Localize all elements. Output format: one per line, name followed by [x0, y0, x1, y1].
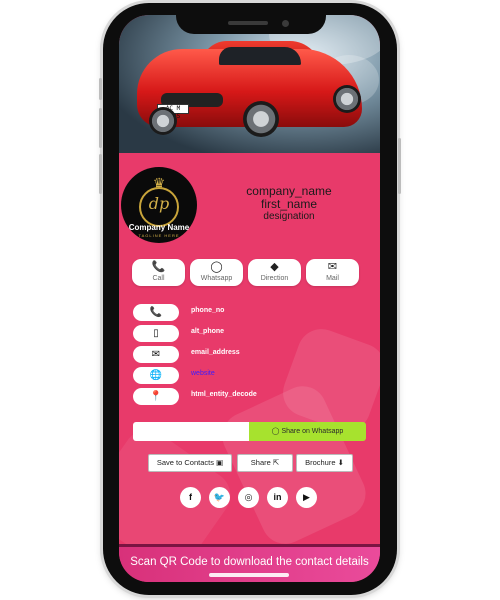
info-row-address[interactable]: 📍 html_entity_decode [133, 388, 333, 405]
address-text: html_entity_decode [191, 391, 257, 398]
car-wheel-rear-right [333, 85, 361, 113]
mail-icon: ✉ [327, 261, 338, 273]
first-name: first_name [260, 197, 318, 211]
facebook-icon[interactable]: f [180, 487, 201, 508]
phone-number: phone_no [191, 307, 225, 314]
website-link[interactable]: website [191, 370, 215, 377]
home-indicator [209, 573, 289, 577]
whatsapp-icon: ◯ [210, 261, 223, 273]
linkedin-icon[interactable]: in [267, 487, 288, 508]
envelope-icon: ✉ [133, 346, 179, 363]
designation: designation [263, 211, 315, 222]
logo-monogram: dp [148, 194, 170, 213]
alt-phone-number: alt_phone [191, 328, 225, 335]
car-wheel-front [149, 107, 177, 135]
phone-volume-down-button [99, 154, 102, 194]
car-windshield [219, 47, 301, 65]
save-to-contacts-button[interactable]: Save to Contacts ▣ [148, 454, 232, 472]
call-button[interactable]: 📞 Call [132, 259, 185, 286]
mobile-icon: ▯ [133, 325, 179, 342]
youtube-icon[interactable]: ▶ [296, 487, 317, 508]
phone-side-button [99, 78, 102, 100]
qr-code-text: Scan QR Code to download the contact det… [130, 556, 369, 568]
direction-label: Direction [260, 275, 289, 282]
info-row-phone[interactable]: 📞 phone_no [133, 304, 333, 321]
save-to-contacts-label: Save to Contacts [156, 458, 214, 467]
brochure-label: Brochure [305, 458, 336, 467]
direction-button[interactable]: ◆ Direction [248, 259, 301, 286]
logo-tagline: TAGLINE HERE [138, 233, 180, 238]
share-on-whatsapp-button[interactable]: ◯ Share on Whatsapp [249, 422, 366, 441]
info-row-website[interactable]: 🌐 website [133, 367, 333, 384]
quick-actions: 📞 Call ◯ Whatsapp ◆ Direction ✉ Mail [132, 259, 362, 287]
vcard-screen: AC M 4005 ♛ dp Company Name TAGLINE HERE… [119, 15, 380, 582]
profile-block: company_name first_name designation [214, 185, 364, 223]
mail-button[interactable]: ✉ Mail [306, 259, 359, 286]
share-on-whatsapp-label: Share on Whatsapp [281, 428, 344, 435]
whatsapp-number-input[interactable] [133, 422, 249, 441]
share-button[interactable]: Share ⇱ [237, 454, 293, 472]
info-row-alt-phone[interactable]: ▯ alt_phone [133, 325, 333, 342]
phone-icon: 📞 [133, 304, 179, 321]
company-logo: ♛ dp Company Name TAGLINE HERE [121, 167, 197, 243]
email-address: email_address [191, 349, 240, 356]
phone-volume-up-button [99, 108, 102, 148]
logo-company-name: Company Name [128, 223, 190, 232]
phone-icon: 📞 [151, 261, 166, 273]
globe-icon: 🌐 [133, 367, 179, 384]
download-icon: ⬇ [337, 458, 344, 467]
share-whatsapp-group: ◯ Share on Whatsapp [133, 422, 366, 441]
hero-car-image: AC M 4005 [119, 15, 380, 153]
map-pin-icon: 📍 [133, 388, 179, 405]
social-links: f 🐦 ◎ in ▶ [180, 487, 320, 509]
whatsapp-button[interactable]: ◯ Whatsapp [190, 259, 243, 286]
mail-label: Mail [326, 275, 339, 282]
info-row-email[interactable]: ✉ email_address [133, 346, 333, 363]
instagram-icon[interactable]: ◎ [238, 487, 259, 508]
phone-speaker [228, 21, 268, 25]
phone-power-button [398, 138, 401, 194]
twitter-icon[interactable]: 🐦 [209, 487, 230, 508]
call-label: Call [152, 275, 165, 282]
share-label: Share [250, 458, 271, 467]
phone-camera [282, 20, 289, 27]
whatsapp-label: Whatsapp [200, 275, 233, 282]
brochure-button[interactable]: Brochure ⬇ [296, 454, 353, 472]
car-wheel-rear [243, 101, 279, 137]
whatsapp-icon: ◯ [271, 428, 282, 435]
share-icon: ⇱ [272, 458, 280, 467]
contact-card-icon: ▣ [216, 458, 224, 467]
direction-icon: ◆ [270, 261, 279, 273]
